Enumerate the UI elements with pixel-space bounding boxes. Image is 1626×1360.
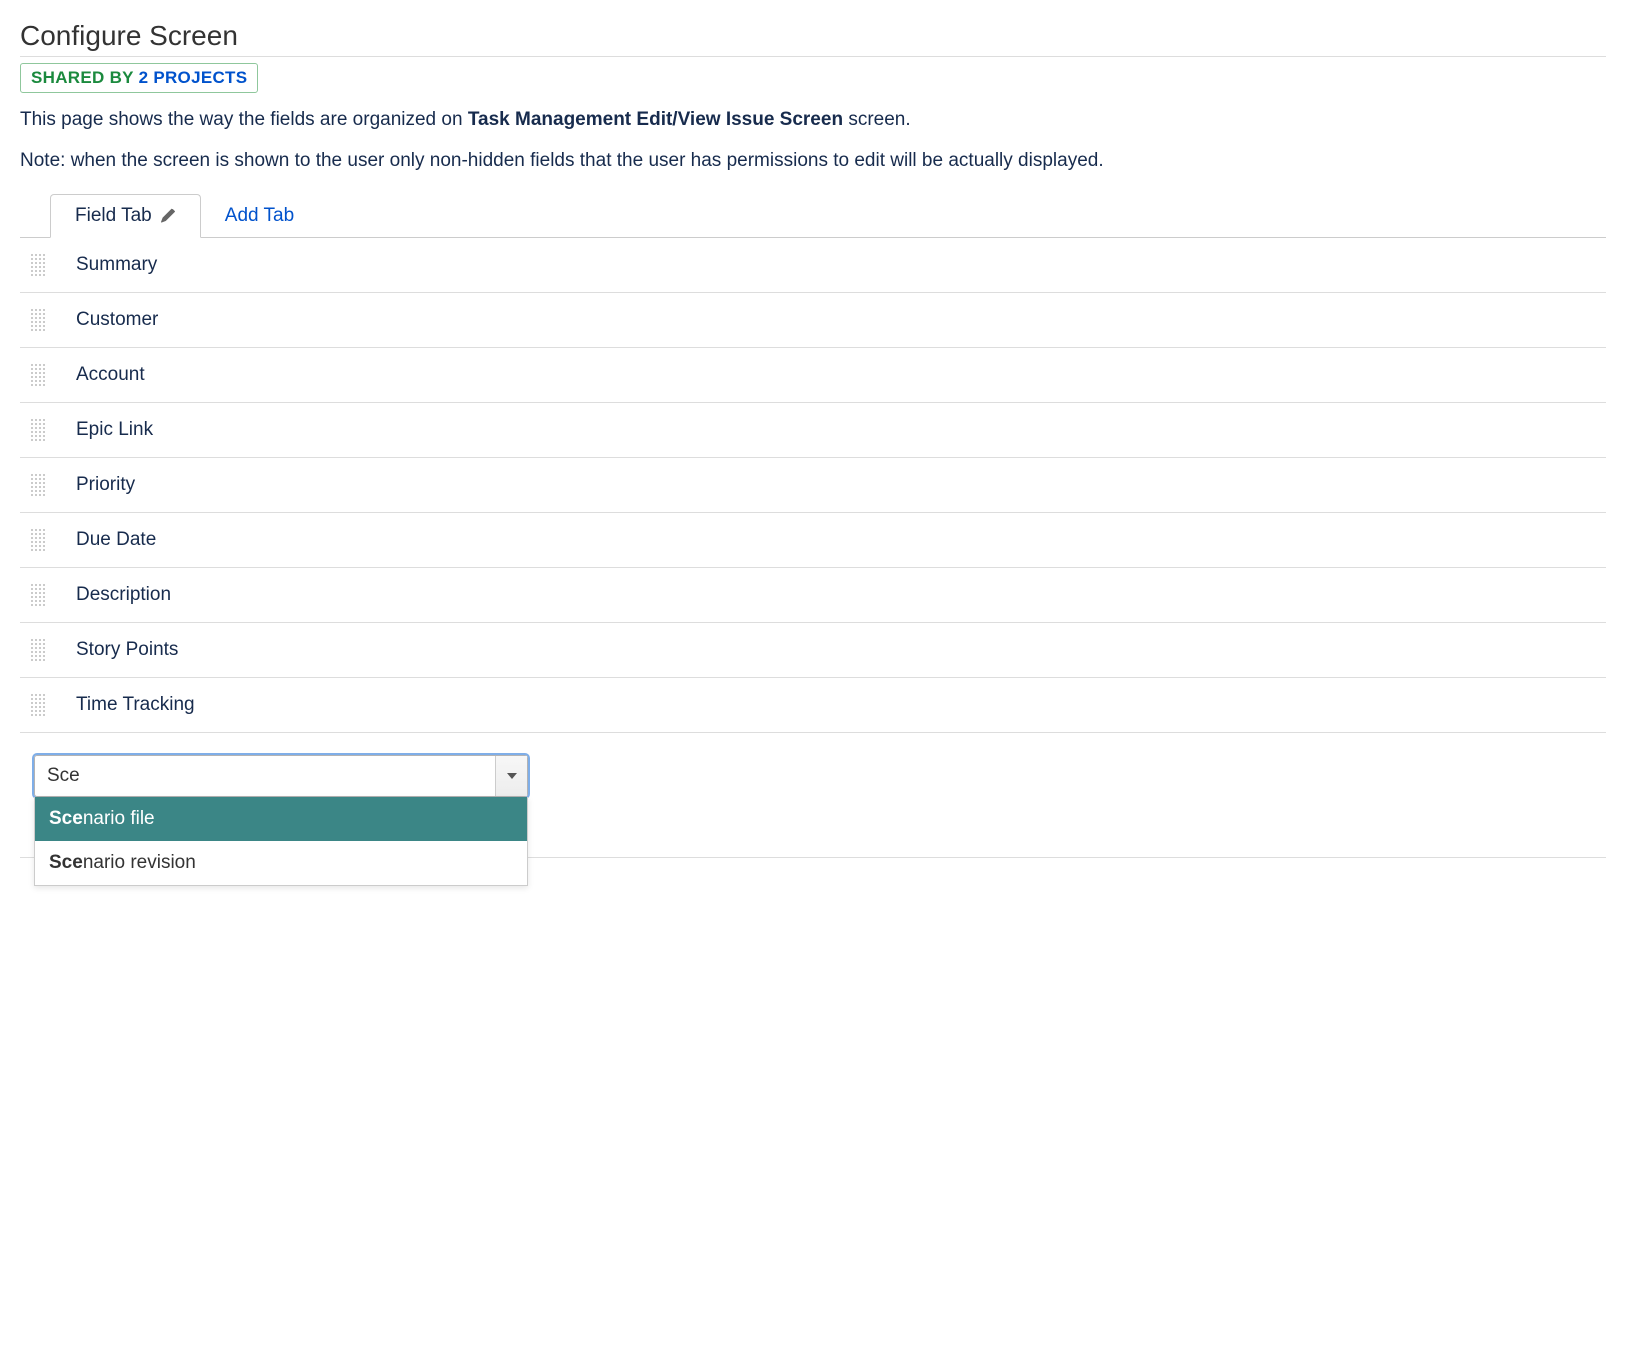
drag-handle-icon[interactable] xyxy=(20,309,56,331)
add-tab-label: Add Tab xyxy=(225,205,294,227)
drag-handle-icon[interactable] xyxy=(20,694,56,716)
drag-handle-icon[interactable] xyxy=(20,364,56,386)
page-title: Configure Screen xyxy=(20,20,1606,52)
option-match-text: Sce xyxy=(49,852,83,873)
field-row[interactable]: Description xyxy=(20,568,1606,623)
screen-name: Task Management Edit/View Issue Screen xyxy=(468,109,843,130)
option-rest-text: nario revision xyxy=(83,852,196,873)
tab-add-tab[interactable]: Add Tab xyxy=(201,194,318,237)
drag-handle-icon[interactable] xyxy=(20,474,56,496)
field-row[interactable]: Due Date xyxy=(20,513,1606,568)
field-label: Priority xyxy=(56,474,135,496)
page-description: This page shows the way the fields are o… xyxy=(20,107,1606,134)
field-row[interactable]: Priority xyxy=(20,458,1606,513)
combobox-dropdown-button[interactable] xyxy=(495,756,527,796)
add-field-row: Scenario fileScenario revision xyxy=(20,733,1606,858)
drag-handle-icon[interactable] xyxy=(20,419,56,441)
field-label: Summary xyxy=(56,254,157,276)
chevron-down-icon xyxy=(507,773,517,779)
dropdown-option[interactable]: Scenario revision xyxy=(35,841,527,885)
combobox-dropdown: Scenario fileScenario revision xyxy=(34,797,528,886)
desc-suffix: screen. xyxy=(843,109,911,130)
field-row[interactable]: Account xyxy=(20,348,1606,403)
drag-handle-icon[interactable] xyxy=(20,529,56,551)
field-search-input[interactable] xyxy=(35,756,495,796)
field-row[interactable]: Customer xyxy=(20,293,1606,348)
field-label: Description xyxy=(56,584,171,606)
field-row[interactable]: Story Points xyxy=(20,623,1606,678)
tab-field-tab[interactable]: Field Tab xyxy=(50,194,201,238)
tab-label: Field Tab xyxy=(75,205,152,227)
field-label: Story Points xyxy=(56,639,178,661)
field-label: Account xyxy=(56,364,145,386)
field-list: Summary Customer Account Epic Link Priority D… xyxy=(20,238,1606,733)
field-label: Epic Link xyxy=(56,419,153,441)
combobox-input-wrap[interactable] xyxy=(34,755,528,797)
drag-handle-icon[interactable] xyxy=(20,639,56,661)
field-label: Time Tracking xyxy=(56,694,195,716)
drag-handle-icon[interactable] xyxy=(20,254,56,276)
desc-prefix: This page shows the way the fields are o… xyxy=(20,109,468,130)
field-row[interactable]: Time Tracking xyxy=(20,678,1606,733)
tabs-container: Field Tab Add Tab xyxy=(20,194,1606,238)
shared-label: SHARED BY xyxy=(31,68,134,87)
pencil-icon[interactable] xyxy=(160,208,176,224)
option-rest-text: nario file xyxy=(83,808,155,829)
field-row[interactable]: Epic Link xyxy=(20,403,1606,458)
dropdown-option[interactable]: Scenario file xyxy=(35,797,527,841)
field-row[interactable]: Summary xyxy=(20,238,1606,293)
drag-handle-icon[interactable] xyxy=(20,584,56,606)
shared-projects-badge[interactable]: SHARED BY 2 PROJECTS xyxy=(20,63,258,93)
field-label: Customer xyxy=(56,309,158,331)
title-divider xyxy=(20,56,1606,57)
field-label: Due Date xyxy=(56,529,156,551)
option-match-text: Sce xyxy=(49,808,83,829)
field-combobox[interactable]: Scenario fileScenario revision xyxy=(34,755,528,797)
shared-count[interactable]: 2 PROJECTS xyxy=(139,68,248,87)
page-note: Note: when the screen is shown to the us… xyxy=(20,148,1606,175)
